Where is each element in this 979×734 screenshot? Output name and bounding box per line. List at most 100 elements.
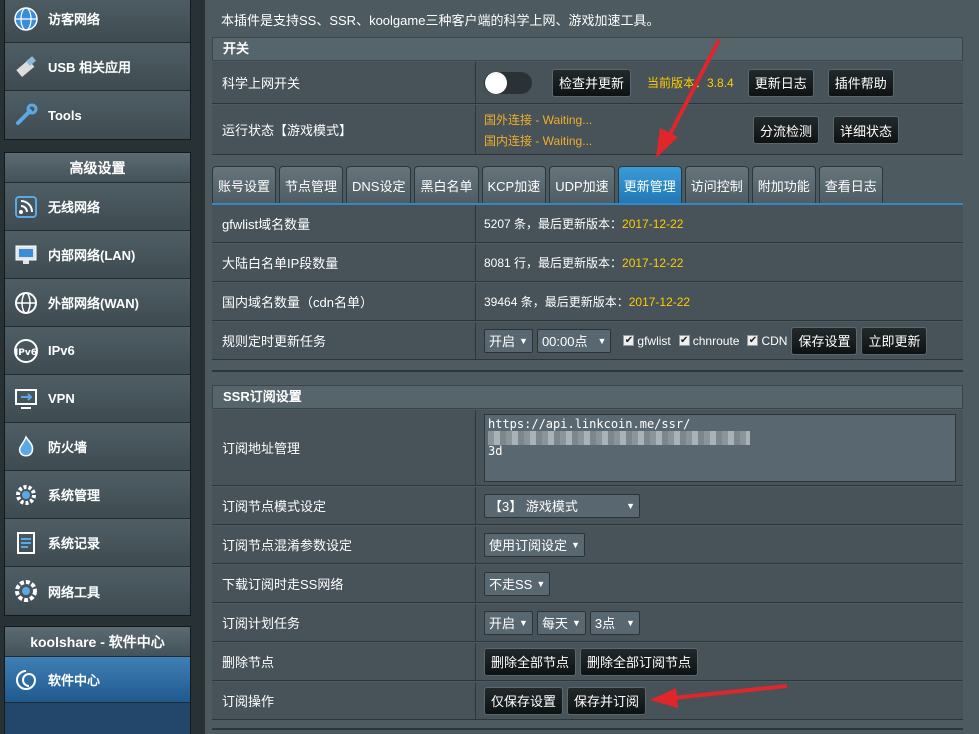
sidebar-item-wan[interactable]: 外部网络(WAN) [5, 279, 190, 327]
sub-url-row: 订阅地址管理 https://api.linkcoin.me/ssr/ 3d [212, 410, 963, 486]
cdn-label: 国内域名数量（cdn名单） [212, 283, 476, 320]
tab-extras[interactable]: 附加功能 [751, 166, 816, 204]
sub-plan-row: 订阅计划任务 开启 ▼ 每天 ▼ 3点 ▼ [212, 604, 963, 642]
sub-plan-label: 订阅计划任务 [212, 604, 476, 641]
swirl-icon [11, 665, 41, 695]
sidebar-item-usb[interactable]: USB 相关应用 [5, 43, 190, 91]
cdn-count: 39464 条，最后更新版本： [484, 295, 629, 309]
sub-download-label: 下载订阅时走SS网络 [212, 565, 476, 602]
sidebar-item-label: Tools [48, 107, 82, 123]
tab-account[interactable]: 账号设置 [212, 166, 277, 204]
tab-bar: 账号设置 节点管理 DNS设定 黑白名单 KCP加速 UDP加速 更新管理 访问… [212, 166, 883, 204]
plan-freq-select[interactable]: 每天 ▼ [536, 610, 586, 635]
intro-text: 本插件是支持SS、SSR、koolgame三种客户端的科学上网、游戏加速工具。 [221, 13, 660, 28]
tab-dns[interactable]: DNS设定 [346, 166, 412, 204]
sidebar-item-network-tools[interactable]: 网络工具 [5, 567, 190, 615]
sub-url-textarea[interactable]: https://api.linkcoin.me/ssr/ 3d [484, 413, 956, 482]
sidebar-item-system-log[interactable]: 系统记录 [5, 519, 190, 567]
sidebar-advanced-title: 高级设置 [5, 153, 190, 183]
version-text: 当前版本：3.8.4 [647, 76, 734, 90]
sub-mode-select[interactable]: 【3】 游戏模式 ▼ [484, 493, 640, 518]
proxy-switch-label: 科学上网开关 [212, 62, 476, 103]
sub-obfs-label: 订阅节点混淆参数设定 [212, 526, 476, 563]
wrench-icon [11, 100, 41, 130]
sub-mode-row: 订阅节点模式设定 【3】 游戏模式 ▼ [212, 487, 963, 525]
sidebar-item-lan[interactable]: 内部网络(LAN) [5, 231, 190, 279]
sub-obfs-select[interactable]: 使用订阅设定 ▼ [484, 532, 585, 557]
update-now-button[interactable]: 立即更新 [861, 326, 928, 355]
ipv6-icon: IPv6 [11, 336, 41, 366]
sub-mode-label: 订阅节点模式设定 [212, 487, 476, 524]
sidebar-item-label: 外部网络(WAN) [48, 296, 139, 311]
switch-section-title: 开关 [212, 37, 963, 61]
sidebar-item-firewall[interactable]: 防火墙 [5, 423, 190, 471]
globe-icon [11, 4, 41, 34]
sidebar-item-label: 软件中心 [48, 673, 101, 688]
tab-logs[interactable]: 查看日志 [818, 166, 883, 204]
sidebar-item-system-admin[interactable]: 系统管理 [5, 471, 190, 519]
gear-icon [11, 480, 41, 510]
sidebar-item-tools[interactable]: Tools [5, 91, 190, 139]
split-check-button[interactable]: 分流检测 [753, 116, 820, 144]
delete-all-nodes-button[interactable]: 删除全部节点 [484, 647, 577, 676]
plugin-help-button[interactable]: 插件帮助 [827, 68, 894, 97]
sidebar-item-label: 内部网络(LAN) [48, 248, 136, 263]
run-status-label: 运行状态【游戏模式】 [212, 105, 476, 154]
tab-blacklist[interactable]: 黑白名单 [414, 166, 479, 204]
schedule-row: 规则定时更新任务 开启 ▼ 00:00点 ▼ ✔ gfwlist ✔ chnroute … [212, 322, 963, 360]
save-and-subscribe-button[interactable]: 保存并订阅 [567, 686, 647, 715]
sub-op-label: 订阅操作 [212, 682, 476, 719]
sidebar-item-label: 网络工具 [48, 584, 101, 600]
sidebar-item-guest-network[interactable]: 访客网络 [5, 0, 190, 43]
proxy-toggle[interactable] [484, 71, 532, 94]
firewall-icon [11, 432, 41, 462]
sidebar-item-label: 无线网络 [48, 200, 101, 215]
chnroute-date: 2017-12-22 [622, 255, 684, 270]
tab-udp[interactable]: UDP加速 [549, 166, 615, 204]
sidebar-item-label: 防火墙 [48, 440, 88, 455]
detail-status-button[interactable]: 详细状态 [833, 116, 900, 144]
chnroute-count: 8081 行，最后更新版本： [484, 256, 623, 270]
save-settings-button[interactable]: 保存设置 [791, 326, 858, 355]
sidebar-item-software-center[interactable]: 软件中心 [5, 657, 190, 703]
sidebar-item-wireless[interactable]: 无线网络 [5, 183, 190, 231]
proxy-switch-row: 科学上网开关 检查并更新 当前版本：3.8.4 更新日志 插件帮助 [212, 62, 963, 104]
sidebar-item-ipv6[interactable]: IPv6 IPv6 [5, 327, 190, 375]
gfwlist-date: 2017-12-22 [622, 216, 684, 231]
delete-sub-nodes-button[interactable]: 删除全部订阅节点 [580, 647, 699, 676]
tab-kcp[interactable]: KCP加速 [481, 166, 547, 204]
save-only-button[interactable]: 仅保存设置 [484, 686, 564, 715]
chnroute-checkbox[interactable]: ✔ chnroute [678, 334, 739, 348]
run-status-row: 运行状态【游戏模式】 国外连接 - Waiting... 国内连接 - Wait… [212, 105, 963, 155]
foreign-status: 国外连接 - Waiting... [484, 112, 593, 127]
sidebar-item-label: 访客网络 [48, 12, 101, 27]
chnroute-label: 大陆白名单IP段数量 [212, 244, 476, 281]
wireless-icon [11, 192, 41, 222]
tab-update-management[interactable]: 更新管理 [617, 166, 682, 204]
tools-gear-icon [11, 576, 41, 606]
check-update-button[interactable]: 检查并更新 [552, 68, 632, 97]
schedule-enable-select[interactable]: 开启 ▼ [484, 328, 533, 353]
tab-nodes[interactable]: 节点管理 [279, 166, 344, 204]
sidebar-item-vpn[interactable]: VPN [5, 375, 190, 423]
sidebar-koolshare-title: koolshare - 软件中心 [5, 627, 190, 657]
delete-nodes-row: 删除节点 删除全部节点 删除全部订阅节点 [212, 643, 963, 681]
sub-download-select[interactable]: 不走SS ▼ [484, 571, 551, 596]
tab-access-control[interactable]: 访问控制 [684, 166, 749, 204]
schedule-time-select[interactable]: 00:00点 ▼ [536, 328, 612, 353]
log-icon [11, 528, 41, 558]
sidebar-item-label: 系统管理 [48, 488, 101, 503]
plan-hour-select[interactable]: 3点 ▼ [589, 610, 640, 635]
sub-download-row: 下载订阅时走SS网络 不走SS ▼ [212, 565, 963, 603]
chnroute-row: 大陆白名单IP段数量 8081 行，最后更新版本： 2017-12-22 [212, 244, 963, 282]
changelog-button[interactable]: 更新日志 [747, 68, 814, 97]
vpn-icon [11, 384, 41, 414]
cdn-date: 2017-12-22 [628, 294, 691, 309]
plan-enable-select[interactable]: 开启 ▼ [484, 610, 533, 635]
cdn-checkbox[interactable]: ✔ CDN [747, 334, 787, 348]
sidebar-item-label: VPN [48, 391, 75, 406]
section-divider [212, 370, 963, 372]
gfwlist-row: gfwlist域名数量 5207 条，最后更新版本： 2017-12-22 [212, 205, 963, 243]
gfwlist-checkbox[interactable]: ✔ gfwlist [623, 334, 671, 348]
svg-text:IPv6: IPv6 [15, 348, 37, 358]
